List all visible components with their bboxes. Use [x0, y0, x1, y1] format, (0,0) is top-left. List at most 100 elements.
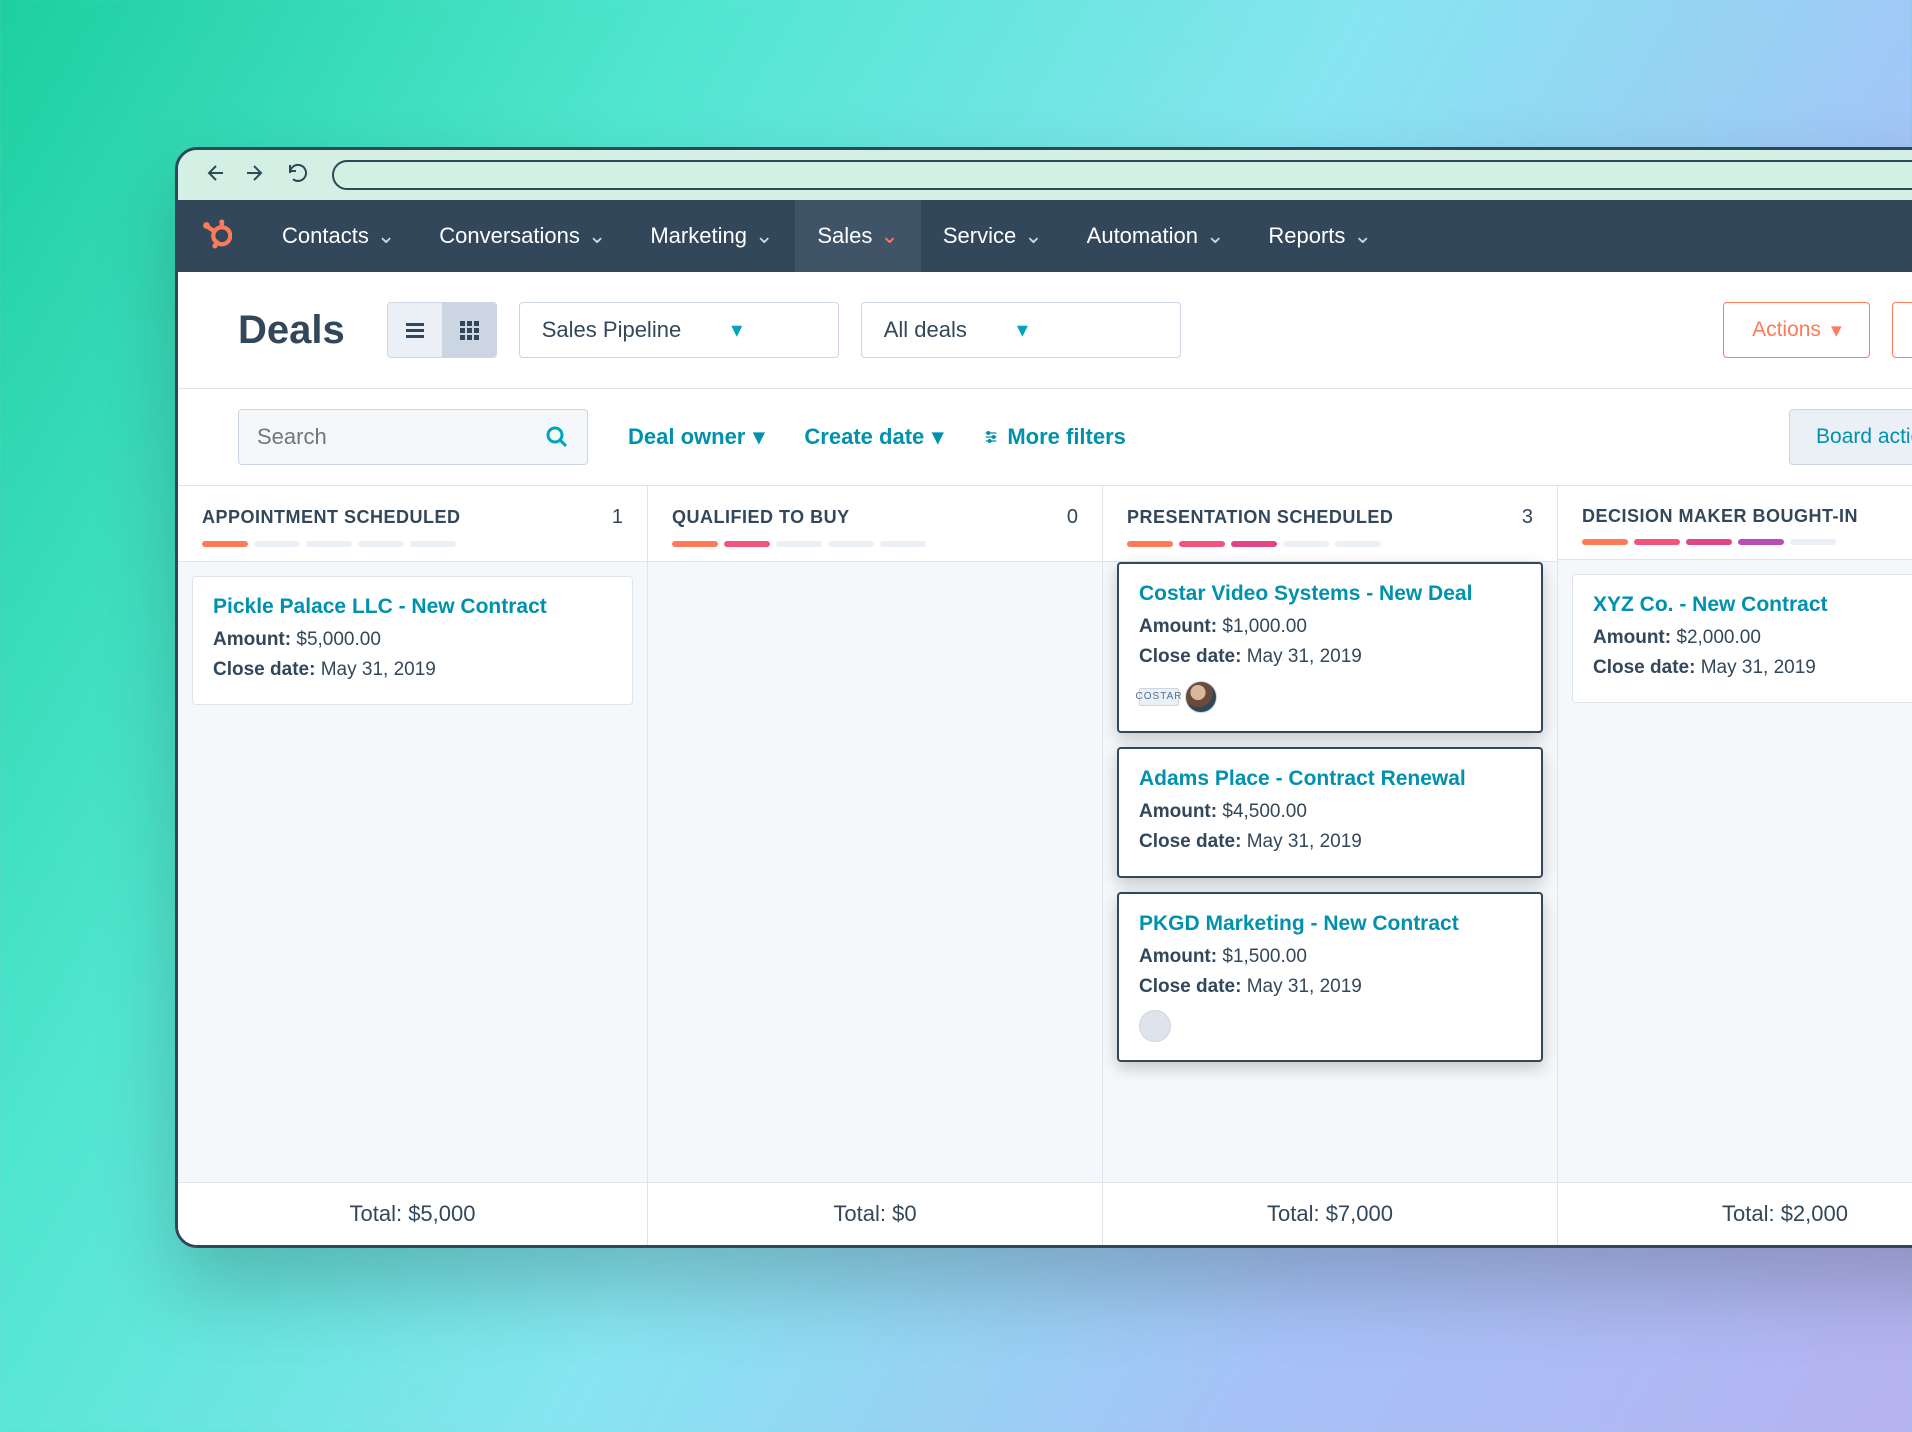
pipeline-dropdown[interactable]: Sales Pipeline ▾: [519, 302, 839, 358]
avatar: [1139, 1010, 1171, 1042]
chevron-down-icon: ▾: [1017, 317, 1028, 343]
deal-close-date: Close date: May 31, 2019: [213, 655, 612, 685]
deal-amount: Amount: $1,000.00: [1139, 612, 1521, 642]
chevron-down-icon: ▾: [932, 424, 943, 450]
deal-card[interactable]: Pickle Palace LLC - New Contract Amount: …: [192, 576, 633, 705]
column-total: Total: $5,000: [178, 1182, 647, 1245]
deal-amount: Amount: $4,500.00: [1139, 797, 1521, 827]
column-title: DECISION MAKER BOUGHT-IN: [1582, 506, 1858, 527]
deal-card[interactable]: Costar Video Systems - New Deal Amount: $…: [1117, 562, 1543, 733]
board-actions-label: Board actions: [1816, 425, 1912, 449]
stage-progress: [672, 541, 1078, 547]
pipeline-label: Sales Pipeline: [542, 317, 681, 343]
chevron-down-icon: ⌄: [1353, 223, 1371, 249]
nav-item-sales[interactable]: Sales⌄: [795, 200, 920, 272]
column-title: PRESENTATION SCHEDULED: [1127, 507, 1393, 528]
chevron-down-icon: ⌄: [1206, 223, 1224, 249]
search-icon: [545, 424, 569, 450]
chevron-down-icon: ⌄: [377, 223, 395, 249]
search-input[interactable]: [257, 424, 545, 450]
deal-name: Adams Place - Contract Renewal: [1139, 767, 1521, 791]
nav-item-automation[interactable]: Automation ⌄: [1065, 200, 1247, 272]
deal-close-date: Close date: May 31, 2019: [1593, 653, 1912, 683]
toolbar: Deals Sales Pipeline ▾ All deals ▾ Actio…: [178, 272, 1912, 389]
top-nav: Contacts⌄Conversations⌄Marketing⌄Sales⌄S…: [178, 200, 1912, 272]
more-filters-label: More filters: [1007, 424, 1126, 450]
deal-card[interactable]: Adams Place - Contract Renewal Amount: $4…: [1117, 747, 1543, 878]
column-header: DECISION MAKER BOUGHT-IN: [1558, 486, 1912, 560]
filter-bar: Deal owner ▾ Create date ▾ More filters …: [178, 389, 1912, 485]
deal-close-date: Close date: May 31, 2019: [1139, 972, 1521, 1002]
pipeline-column: QUALIFIED TO BUY 0 Total: $0: [648, 486, 1103, 1245]
column-count: 0: [1067, 506, 1078, 529]
nav-label: Service: [943, 223, 1016, 249]
chevron-down-icon: ⌄: [588, 223, 606, 249]
search-input-wrapper: [238, 409, 588, 465]
deal-name: PKGD Marketing - New Contract: [1139, 912, 1521, 936]
stage-progress: [1127, 541, 1533, 547]
deal-card[interactable]: PKGD Marketing - New Contract Amount: $1,…: [1117, 892, 1543, 1063]
chevron-down-icon: ⌄: [1024, 223, 1042, 249]
create-date-filter[interactable]: Create date ▾: [804, 424, 943, 450]
nav-label: Automation: [1087, 223, 1198, 249]
nav-item-marketing[interactable]: Marketing ⌄: [628, 200, 795, 272]
board: APPOINTMENT SCHEDULED 1 Pickle Palace LLC …: [178, 485, 1912, 1245]
view-switch: [387, 302, 497, 358]
deal-filter-dropdown[interactable]: All deals ▾: [861, 302, 1181, 358]
stage-progress: [1582, 539, 1912, 545]
column-body[interactable]: XYZ Co. - New Contract Amount: $2,000.00C…: [1558, 560, 1912, 1182]
hubspot-logo-icon[interactable]: [198, 217, 232, 256]
deal-owner-filter[interactable]: Deal owner ▾: [628, 424, 764, 450]
nav-item-contacts[interactable]: Contacts ⌄: [260, 200, 417, 272]
deal-name: Pickle Palace LLC - New Contract: [213, 595, 612, 619]
nav-item-service[interactable]: Service ⌄: [921, 200, 1065, 272]
nav-item-conversations[interactable]: Conversations⌄: [417, 200, 628, 272]
column-title: QUALIFIED TO BUY: [672, 507, 850, 528]
company-logo-icon: COSTAR: [1139, 688, 1179, 706]
column-header: APPOINTMENT SCHEDULED 1: [178, 486, 647, 562]
actions-button[interactable]: Actions ▾: [1723, 302, 1870, 358]
column-title: APPOINTMENT SCHEDULED: [202, 507, 461, 528]
column-body[interactable]: Costar Video Systems - New Deal Amount: $…: [1103, 562, 1557, 1182]
forward-icon[interactable]: [244, 161, 268, 190]
deal-name: XYZ Co. - New Contract: [1593, 593, 1912, 617]
deal-amount: Amount: $5,000.00: [213, 625, 612, 655]
app-body: Deals Sales Pipeline ▾ All deals ▾ Actio…: [178, 272, 1912, 1245]
pipeline-column: DECISION MAKER BOUGHT-IN XYZ Co. - New Co…: [1558, 486, 1912, 1245]
column-count: 1: [612, 506, 623, 529]
deal-card[interactable]: XYZ Co. - New Contract Amount: $2,000.00C…: [1572, 574, 1912, 703]
app-window: Contacts⌄Conversations⌄Marketing⌄Sales⌄S…: [175, 147, 1912, 1248]
column-body[interactable]: Pickle Palace LLC - New Contract Amount: …: [178, 562, 647, 1182]
column-body[interactable]: [648, 562, 1102, 1182]
sliders-icon: [983, 429, 999, 445]
deal-name: Costar Video Systems - New Deal: [1139, 582, 1521, 606]
list-view-button[interactable]: [388, 303, 442, 357]
page-title: Deals: [238, 308, 345, 353]
column-total: Total: $2,000: [1558, 1182, 1912, 1245]
deal-close-date: Close date: May 31, 2019: [1139, 642, 1521, 672]
import-button[interactable]: Import: [1892, 302, 1912, 358]
actions-label: Actions: [1752, 318, 1821, 342]
more-filters[interactable]: More filters: [983, 424, 1126, 450]
chevron-down-icon: ⌄: [880, 223, 898, 249]
nav-item-reports[interactable]: Reports⌄: [1246, 200, 1393, 272]
deal-amount: Amount: $1,500.00: [1139, 942, 1521, 972]
deal-filter-label: All deals: [884, 317, 967, 343]
browser-bar: [178, 150, 1912, 200]
column-count: 3: [1522, 506, 1533, 529]
chevron-down-icon: ⌄: [755, 223, 773, 249]
chevron-down-icon: ▾: [753, 424, 764, 450]
board-view-button[interactable]: [442, 303, 496, 357]
pipeline-column: PRESENTATION SCHEDULED 3 Costar Video Syst…: [1103, 486, 1558, 1245]
column-total: Total: $0: [648, 1182, 1102, 1245]
refresh-icon[interactable]: [286, 161, 310, 190]
board-actions-button[interactable]: Board actions ▾: [1789, 409, 1912, 465]
deal-owner-label: Deal owner: [628, 424, 745, 450]
chevron-down-icon: ▾: [731, 317, 742, 343]
nav-label: Marketing: [650, 223, 747, 249]
column-header: PRESENTATION SCHEDULED 3: [1103, 486, 1557, 562]
address-bar[interactable]: [332, 160, 1912, 190]
nav-label: Contacts: [282, 223, 369, 249]
deal-amount: Amount: $2,000.00: [1593, 623, 1912, 653]
back-icon[interactable]: [202, 161, 226, 190]
